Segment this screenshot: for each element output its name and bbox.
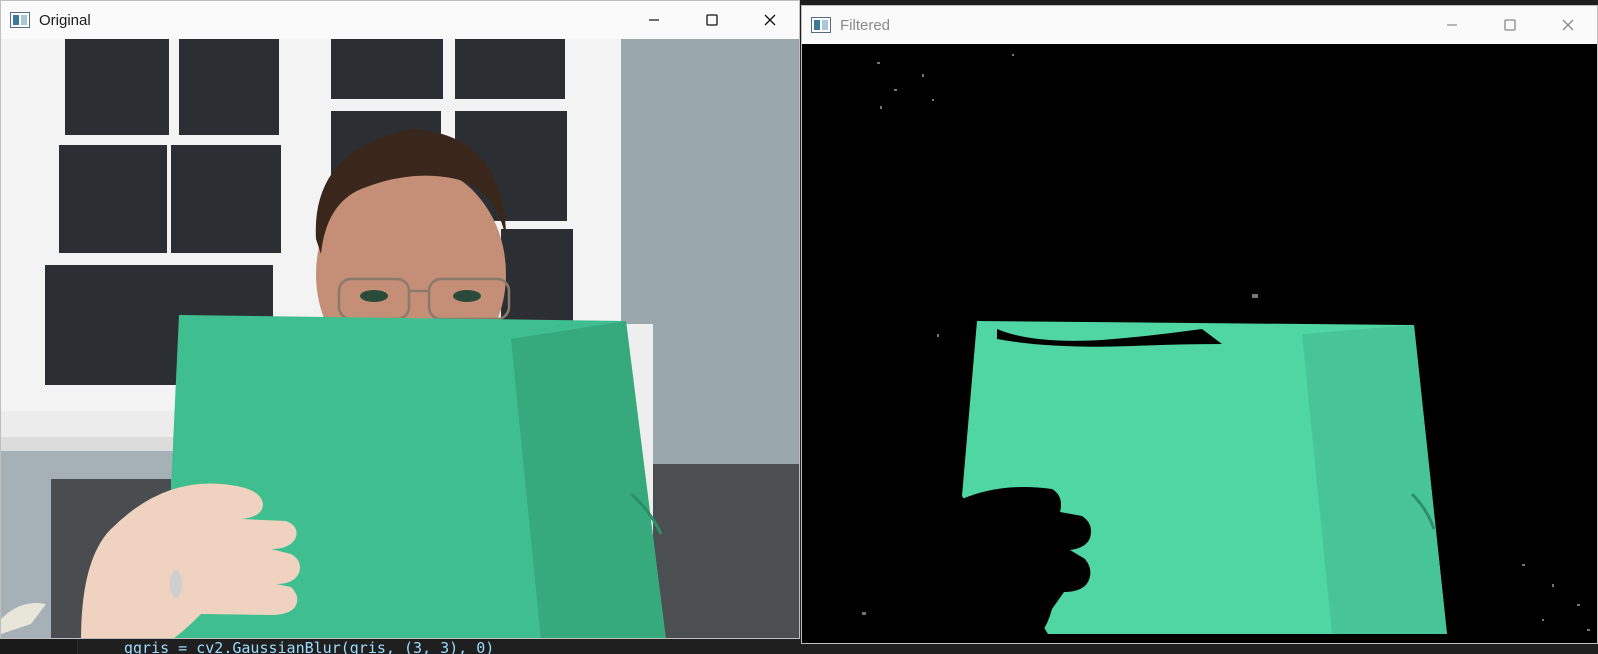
- filtered-mask-image: [802, 44, 1597, 643]
- editor-code-line: ggris = cv2.GaussianBlur(gris, (3, 3), 0…: [124, 639, 495, 654]
- minimize-button[interactable]: [625, 1, 683, 39]
- editor-gutter: [0, 637, 78, 654]
- maximize-icon: [706, 14, 718, 26]
- original-camera-image: [1, 39, 799, 638]
- filtered-mask-feed: [802, 44, 1597, 643]
- minimize-button[interactable]: [1423, 6, 1481, 44]
- app-icon: [811, 17, 831, 33]
- minimize-icon: [649, 19, 659, 21]
- minimize-icon: [1447, 24, 1457, 26]
- app-icon: [10, 12, 30, 28]
- filtered-window[interactable]: Filtered: [801, 5, 1598, 644]
- close-button[interactable]: [1539, 6, 1597, 44]
- maximize-button[interactable]: [1481, 6, 1539, 44]
- close-button[interactable]: [741, 1, 799, 39]
- original-window-title: Original: [39, 11, 91, 29]
- original-window[interactable]: Original: [0, 0, 800, 639]
- original-titlebar[interactable]: Original: [1, 1, 799, 39]
- original-camera-feed: [1, 39, 799, 638]
- close-icon: [1562, 19, 1574, 31]
- maximize-button[interactable]: [683, 1, 741, 39]
- filtered-window-title: Filtered: [840, 16, 891, 34]
- desktop: ggris = cv2.GaussianBlur(gris, (3, 3), 0…: [0, 0, 1598, 654]
- close-icon: [764, 14, 776, 26]
- original-window-controls: [625, 1, 799, 39]
- filtered-titlebar[interactable]: Filtered: [802, 6, 1597, 44]
- maximize-icon: [1504, 19, 1516, 31]
- filtered-window-controls: [1423, 6, 1597, 44]
